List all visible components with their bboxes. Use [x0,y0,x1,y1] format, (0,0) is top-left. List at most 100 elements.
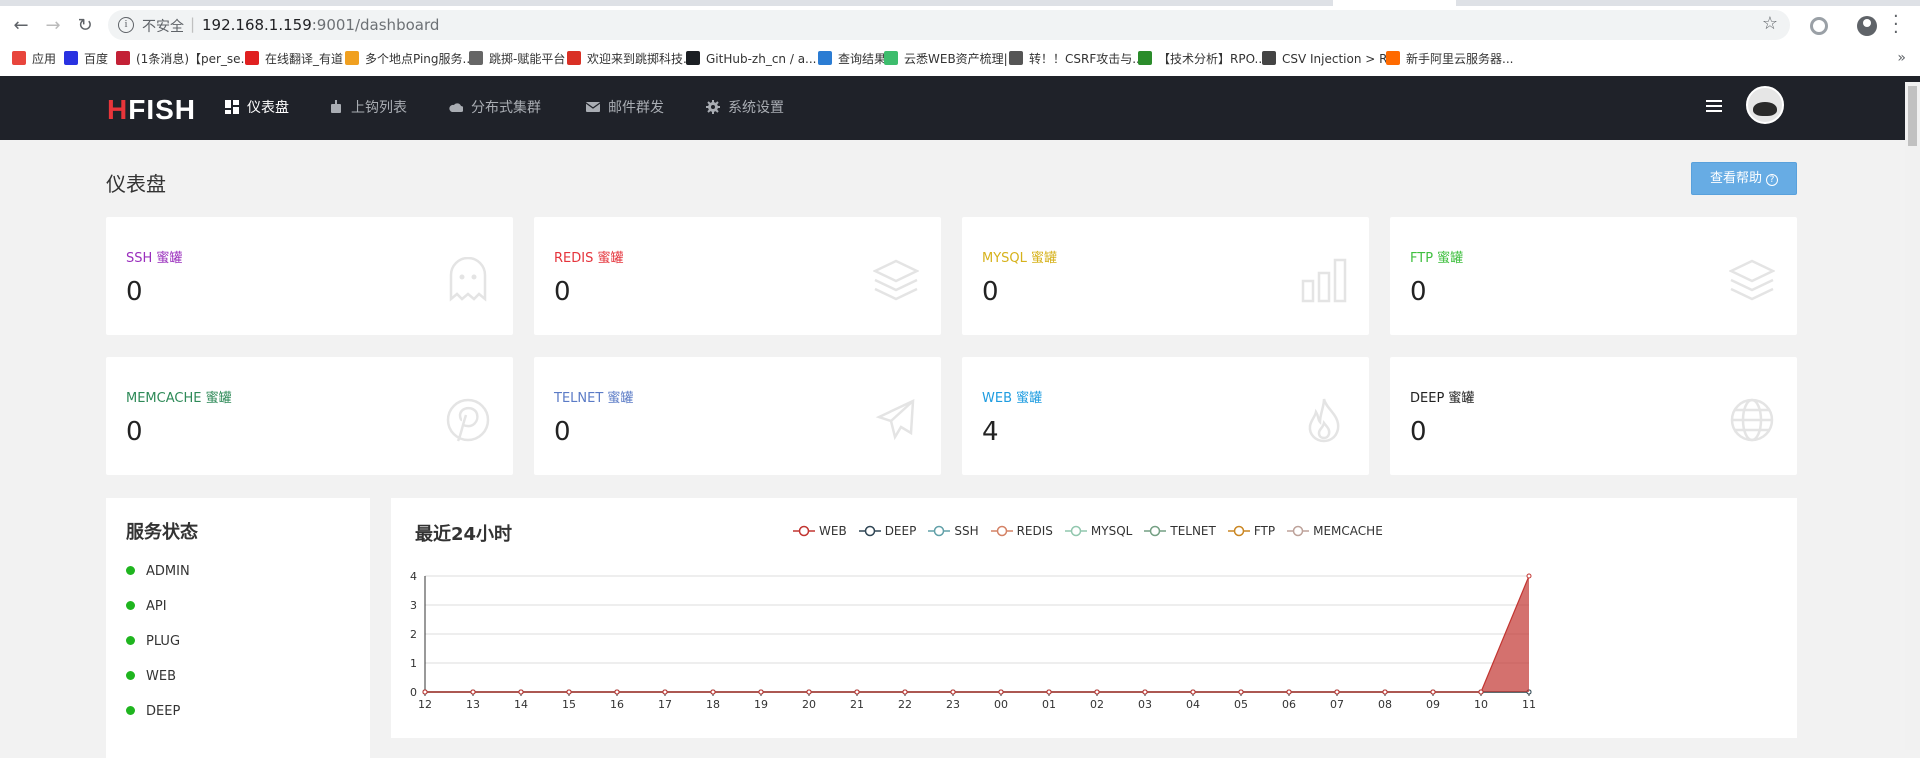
data-point[interactable] [1190,689,1196,695]
page-scrollbar[interactable] [1905,82,1920,750]
x-tick-label: 16 [610,698,624,711]
bookmarks-overflow-icon[interactable]: » [1897,50,1906,66]
avatar[interactable] [1746,86,1784,124]
reload-icon[interactable]: ↻ [74,15,96,37]
bookmark-label: 转！！CSRF攻击与... [1029,52,1144,66]
data-point[interactable] [422,689,428,695]
nav-item[interactable]: 分布式集群 [449,98,541,118]
shield-v-icon [469,51,483,65]
bookmark-item[interactable]: 转！！CSRF攻击与... [1009,49,1144,69]
bookmark-item[interactable]: 查询结果 [818,49,886,69]
bookmark-item[interactable]: 跳掷-赋能平台 [469,49,565,69]
data-point[interactable] [1238,689,1244,695]
data-point[interactable] [566,689,572,695]
honeypot-card: MYSQL 蜜罐 0 [962,217,1369,335]
address-bar[interactable]: i 不安全 | 192.168.1.159:9001/dashboard ☆ [108,10,1790,40]
data-point[interactable] [470,689,476,695]
menu-toggle-icon[interactable] [1706,100,1722,114]
honeypot-card: SSH 蜜罐 0 [106,217,513,335]
data-point[interactable] [998,689,1004,695]
data-point[interactable] [1046,689,1052,695]
x-tick-label: 23 [946,698,960,711]
honeypot-card: DEEP 蜜罐 0 [1390,357,1797,475]
status-dot-icon [126,671,135,680]
globe-icon [1262,51,1276,65]
bookmark-item[interactable]: 新手阿里云服务器... [1386,49,1513,69]
bookmark-label: 查询结果 [838,52,887,66]
bookmark-item[interactable]: 【技术分析】RPO... [1138,49,1266,69]
data-point[interactable] [1430,689,1436,695]
forward-icon[interactable]: → [42,15,64,37]
bookmark-label: 应用 [32,52,57,66]
scrollbar-thumb[interactable] [1908,86,1917,146]
card-label: WEB 蜜罐 [982,391,1043,406]
bookmark-item[interactable]: CSV Injection > R... [1262,49,1399,69]
card-count: 0 [126,277,143,307]
card-count: 0 [554,277,571,307]
nav-item[interactable]: 系统设置 [706,98,784,118]
card-label: REDIS 蜜罐 [554,251,624,266]
x-tick-label: 21 [850,698,864,711]
chart-panel: 最近24小时 WEB DEEP SSH REDIS MYSQL TELNET FTP MEMC… [391,498,1797,738]
bookmark-item[interactable]: 多个地点Ping服务... [345,49,474,69]
honeypot-card: WEB 蜜罐 4 [962,357,1369,475]
separator: | [190,15,196,33]
x-tick-label: 20 [802,698,816,711]
info-icon[interactable]: i [118,17,134,33]
data-point[interactable] [1334,689,1340,695]
data-point[interactable] [854,689,860,695]
service-name: DEEP [146,704,181,719]
data-point[interactable] [662,689,668,695]
bookmark-item[interactable]: 应用 [12,49,56,69]
x-tick-label: 11 [1522,698,1536,711]
status-dot-icon [126,601,135,610]
data-point[interactable] [1478,689,1484,695]
bookmark-item[interactable]: GitHub-zh_cn / a... [686,49,817,69]
bookmark-item[interactable]: 百度 [64,49,108,69]
hfish-logo[interactable]: HFISH [107,94,196,126]
bookmark-label: 【技术分析】RPO... [1158,52,1266,66]
service-row: WEB [126,669,176,684]
extension-icon[interactable] [1810,17,1828,35]
service-row: DEEP [126,704,180,719]
nav-item[interactable]: 仪表盘 [225,98,289,118]
bookmark-item[interactable]: (1条消息)【per_se... [116,49,252,69]
help-button[interactable]: 查看帮助? [1691,162,1797,195]
data-point[interactable] [806,689,812,695]
card-count: 0 [126,417,143,447]
bar-chart-icon [1301,258,1347,303]
status-dot-icon [126,636,135,645]
bookmark-item[interactable]: 在线翻译_有道 [245,49,343,69]
dashboard-icon [225,100,239,114]
pinterest-icon [446,398,490,442]
dragon-icon [1009,51,1023,65]
data-point[interactable] [1286,689,1292,695]
data-point[interactable] [1142,689,1148,695]
data-point[interactable] [1094,689,1100,695]
nav-item-label: 仪表盘 [247,100,289,116]
data-point[interactable] [758,689,764,695]
nav-item[interactable]: 上钩列表 [329,98,407,118]
bookmark-item[interactable]: 云悉WEB资产梳理|... [884,49,1019,69]
card-label: MYSQL 蜜罐 [982,251,1058,266]
data-point[interactable] [710,689,716,695]
data-point[interactable] [614,689,620,695]
data-point[interactable] [1526,573,1532,579]
layers-icon [1729,259,1775,301]
data-point[interactable] [518,689,524,695]
data-point[interactable] [902,689,908,695]
nav-item[interactable]: 邮件群发 [586,98,664,118]
question-icon: ? [1766,174,1778,186]
url-host: 192.168.1.159 [202,16,312,34]
bookmark-star-icon[interactable]: ☆ [1762,13,1778,34]
github-icon [686,51,700,65]
account-icon[interactable] [1857,16,1877,36]
address-row: ← → ↻ i 不安全 | 192.168.1.159:9001/dashboa… [0,6,1920,44]
bookmark-item[interactable]: 欢迎来到跳掷科技... [567,49,694,69]
data-point[interactable] [1382,689,1388,695]
browser-menu-icon[interactable]: · · · [1893,8,1899,42]
data-point[interactable] [950,689,956,695]
url-text[interactable]: 192.168.1.159:9001/dashboard [202,16,439,34]
service-name: ADMIN [146,564,190,579]
back-icon[interactable]: ← [10,15,32,37]
